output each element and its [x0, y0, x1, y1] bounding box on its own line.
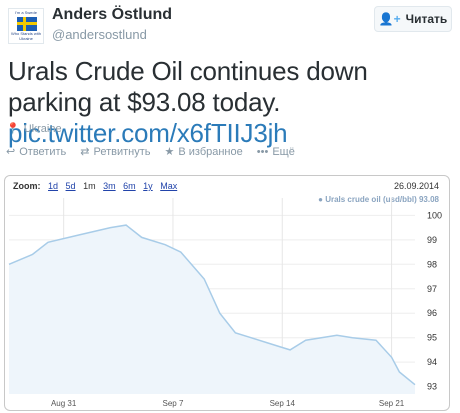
tweet-location[interactable]: 📍 Ukraine [6, 122, 62, 136]
x-tick-label: Sep 21 [379, 399, 405, 408]
tweet-chart-image[interactable]: Zoom: 1d 5d 1m 3m 6m 1y Max 26.09.2014 ●… [4, 175, 450, 411]
y-tick-label: 96 [427, 308, 437, 318]
retweet-action[interactable]: ⇄ Ретвитнуть [80, 145, 151, 159]
x-tick-label: Aug 31 [51, 399, 77, 408]
y-tick-label: 100 [427, 210, 442, 220]
favorite-action[interactable]: ★ В избранное [164, 145, 243, 159]
y-tick-label: 95 [427, 333, 437, 343]
follow-button[interactable]: 👤+ Читать [374, 6, 452, 32]
y-tick-label: 99 [427, 235, 437, 245]
reply-label: Ответить [19, 145, 67, 158]
more-action[interactable]: ••• Ещё [257, 145, 295, 158]
y-tick-label: 97 [427, 284, 437, 294]
user-name[interactable]: Anders Östlund [52, 6, 172, 24]
series-area [9, 225, 415, 394]
avatar-bottom-text: Who Stands with Ukraine [10, 31, 41, 41]
retweet-icon: ⇄ [80, 146, 90, 158]
retweet-label: Ретвитнуть [93, 145, 151, 158]
price-chart: 93 94 95 96 97 98 99 100 Aug 31 Sep 7 Sep 14 Sep 2… [8, 198, 442, 408]
avatar-top-text: I'm a Swede [15, 10, 37, 15]
follow-button-label: Читать [405, 12, 448, 26]
more-dots-icon: ••• [256, 145, 269, 158]
location-pin-icon: 📍 [6, 123, 20, 135]
swedish-flag-icon [17, 17, 37, 31]
reply-icon: ↩ [6, 146, 16, 158]
location-label: Ukraine [23, 122, 62, 135]
tweet-text: Urals Crude Oil continues down parking a… [8, 56, 454, 149]
x-tick-label: Sep 14 [270, 399, 296, 408]
y-tick-label: 93 [427, 382, 437, 392]
user-handle[interactable]: @andersostlund [52, 27, 147, 42]
follow-user-icon: 👤+ [378, 12, 401, 26]
more-label: Ещё [272, 145, 295, 158]
favorite-label: В избранное [178, 145, 243, 158]
tweet-body: Urals Crude Oil continues down parking a… [8, 56, 368, 117]
y-tick-label: 98 [427, 259, 437, 269]
y-tick-label: 94 [427, 357, 437, 367]
star-icon: ★ [164, 146, 175, 158]
x-tick-label: Sep 7 [163, 399, 184, 408]
tweet-actions: ↩ Ответить ⇄ Ретвитнуть ★ В избранное ••… [6, 145, 295, 159]
avatar[interactable]: I'm a Swede Who Stands with Ukraine [8, 8, 44, 44]
reply-action[interactable]: ↩ Ответить [6, 145, 67, 159]
